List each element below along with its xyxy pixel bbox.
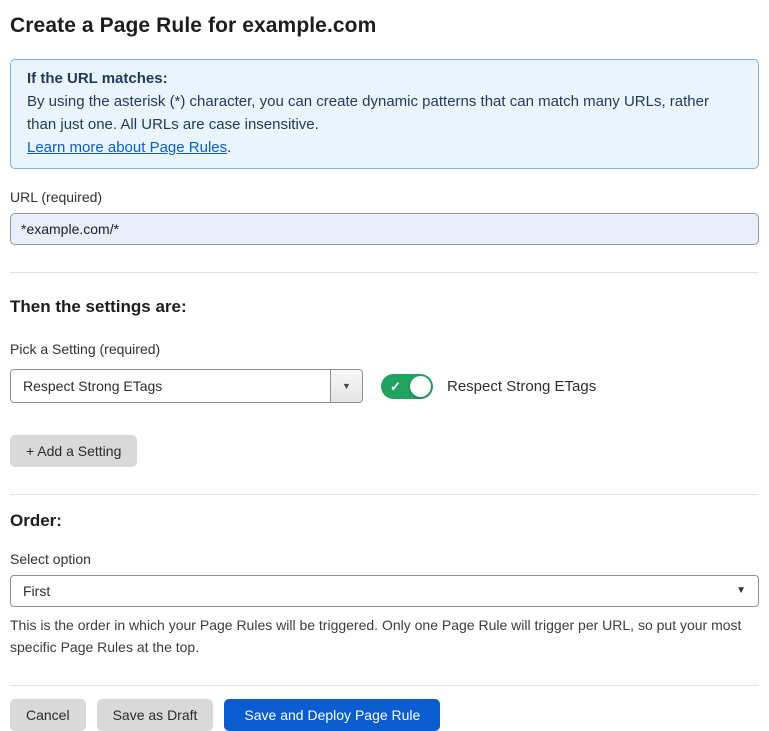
save-draft-button[interactable]: Save as Draft <box>97 699 214 731</box>
pick-setting-label: Pick a Setting (required) <box>10 341 759 357</box>
order-heading: Order: <box>10 511 759 531</box>
setting-select[interactable]: Respect Strong ETags ▼ <box>10 369 363 403</box>
check-icon: ✓ <box>390 380 401 393</box>
url-label: URL (required) <box>10 189 759 205</box>
respect-strong-etags-toggle[interactable]: ✓ <box>381 374 433 399</box>
info-box-heading: If the URL matches: <box>27 67 742 90</box>
setting-row: Respect Strong ETags ▼ ✓ Respect Strong … <box>10 369 759 403</box>
learn-more-link[interactable]: Learn more about Page Rules <box>27 139 227 156</box>
info-link-row: Learn more about Page Rules. <box>27 136 742 159</box>
link-punctuation: . <box>227 139 231 156</box>
page-title: Create a Page Rule for example.com <box>10 14 759 38</box>
url-match-info-box: If the URL matches: By using the asteris… <box>10 59 759 169</box>
cancel-button[interactable]: Cancel <box>10 699 86 731</box>
divider <box>10 494 759 495</box>
url-input[interactable] <box>10 213 759 245</box>
order-select-label: Select option <box>10 551 759 567</box>
order-select[interactable]: First ▼ <box>10 575 759 607</box>
divider <box>10 272 759 273</box>
toggle-group: ✓ Respect Strong ETags <box>381 374 596 399</box>
caret-down-icon: ▼ <box>342 382 351 391</box>
add-setting-button[interactable]: + Add a Setting <box>10 435 137 467</box>
settings-heading: Then the settings are: <box>10 297 759 317</box>
save-deploy-button[interactable]: Save and Deploy Page Rule <box>224 699 440 731</box>
order-help-text: This is the order in which your Page Rul… <box>10 614 755 658</box>
toggle-label: Respect Strong ETags <box>447 378 596 395</box>
create-page-rule-page: Create a Page Rule for example.com If th… <box>0 0 769 731</box>
setting-select-value: Respect Strong ETags <box>11 378 174 394</box>
divider <box>10 685 759 686</box>
setting-select-arrow-button[interactable]: ▼ <box>330 370 362 402</box>
action-buttons: Cancel Save as Draft Save and Deploy Pag… <box>10 699 759 731</box>
info-box-body: By using the asterisk (*) character, you… <box>27 90 742 136</box>
order-select-value: First <box>23 583 50 599</box>
caret-down-icon: ▼ <box>736 586 746 596</box>
toggle-knob <box>410 376 431 397</box>
